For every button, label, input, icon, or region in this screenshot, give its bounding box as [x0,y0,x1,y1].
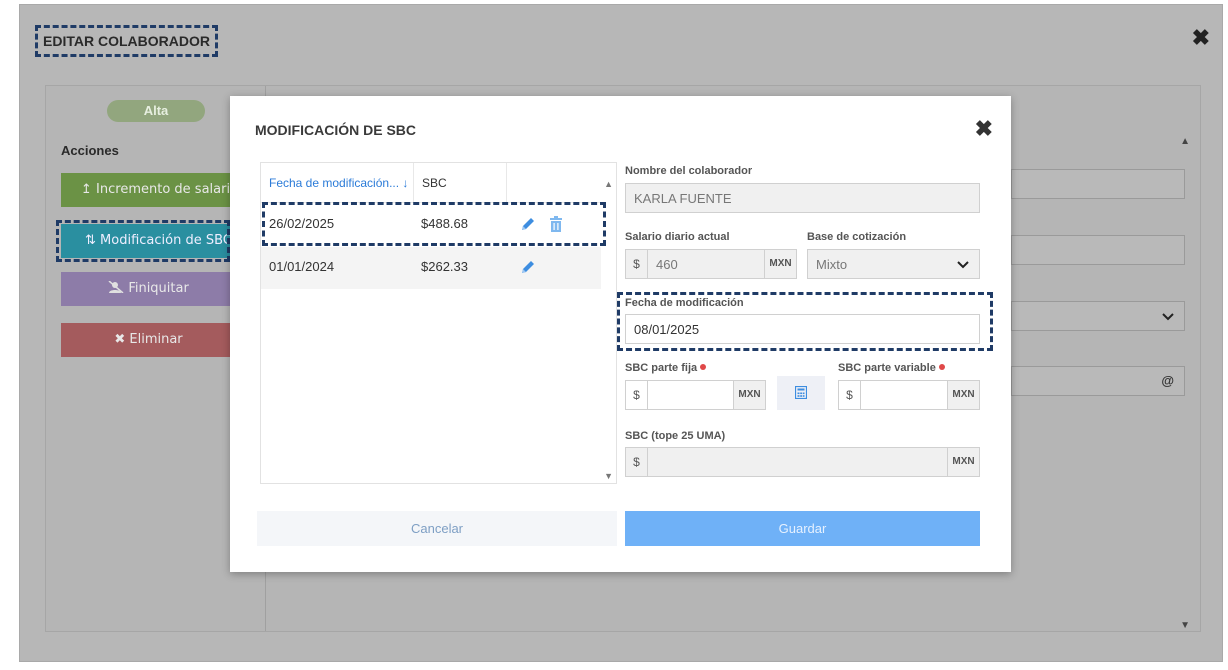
scroll-down-arrow[interactable]: ▼ [1180,620,1190,631]
chevron-down-icon [957,261,969,269]
user-slash-icon [108,280,124,294]
table-header: Fecha de modificación... ↓ SBC [261,163,601,203]
column-divider [413,163,414,203]
x-icon: ✖ [114,332,126,347]
increment-salary-button[interactable]: ↥ Incremento de salario [61,173,236,207]
base-value: Mixto [816,257,848,272]
highlight-outline [56,220,230,262]
modal-title: MODIFICACIÓN DE SBC [255,122,416,138]
salary-label: Salario diario actual [625,231,730,243]
cancel-button[interactable]: Cancelar [257,511,617,546]
upload-icon: ↥ [81,182,92,197]
chevron-down-icon [1162,313,1174,321]
name-field: KARLA FUENTE [625,183,980,213]
table-scrollbar[interactable]: ▲ ▼ [600,163,616,483]
background-field [1011,169,1185,199]
scroll-down-arrow[interactable]: ▼ [604,471,613,481]
save-button[interactable]: Guardar [625,511,980,546]
column-header-date[interactable]: Fecha de modificación... ↓ [269,176,408,190]
sbc-fixed-input[interactable]: $ MXN [625,380,766,410]
dialog-title: EDITAR COLABORADOR [35,25,218,57]
highlight-outline [617,292,993,351]
name-value: KARLA FUENTE [634,191,732,206]
name-label: Nombre del colaborador [625,165,753,177]
salary-field: $ 460 MXN [625,249,797,279]
increment-salary-label: Incremento de salario [96,182,236,197]
currency-suffix: MXN [764,250,796,278]
background-field [1011,235,1185,265]
column-header-date-label: Fecha de modificación... [269,176,400,190]
calculator-icon [794,385,808,400]
required-dot [700,364,707,370]
sbc-cap-field: $ MXN [625,447,980,477]
column-header-sbc[interactable]: SBC [422,176,447,190]
sbc-fixed-label: SBC parte fija [625,362,707,374]
column-divider [506,163,507,203]
sbc-fixed-label-text: SBC parte fija [625,362,698,374]
close-icon[interactable]: ✖ [1192,25,1210,51]
currency-suffix: MXN [947,448,979,476]
finiquitar-label: Finiquitar [128,281,189,296]
actions-heading: Acciones [61,143,119,158]
sbc-variable-label-text: SBC parte variable [838,362,936,374]
modify-sbc-modal: MODIFICACIÓN DE SBC ✖ Fecha de modificac… [230,96,1011,572]
sbc-variable-input[interactable]: $ MXN [838,380,980,410]
sort-desc-icon: ↓ [402,176,409,190]
row-sbc: $262.33 [421,259,468,274]
finiquitar-button[interactable]: Finiquitar [61,272,236,306]
delete-button[interactable]: ✖ Eliminar [61,323,236,357]
scroll-up-arrow[interactable]: ▲ [1180,136,1190,147]
salary-value: 460 [656,257,678,272]
at-icon: @ [1161,373,1174,388]
currency-suffix: MXN [733,381,765,409]
sbc-variable-label: SBC parte variable [838,362,945,374]
currency-prefix: $ [626,448,648,476]
close-icon[interactable]: ✖ [975,116,993,142]
calculator-button[interactable] [777,376,825,410]
sbc-history-table: Fecha de modificación... ↓ SBC 26/02/202… [260,162,617,484]
sbc-cap-label: SBC (tope 25 UMA) [625,430,726,442]
currency-suffix: MXN [947,381,979,409]
currency-prefix: $ [839,381,861,409]
currency-prefix: $ [626,250,648,278]
scroll-up-arrow[interactable]: ▲ [604,179,613,189]
base-label: Base de cotización [807,231,907,243]
background-select [1011,301,1185,331]
status-badge: Alta [107,100,205,122]
background-email-field: @ [1011,366,1185,396]
delete-label: Eliminar [129,332,183,347]
required-dot [938,364,945,370]
base-select[interactable]: Mixto [807,249,980,279]
row-date: 01/01/2024 [269,259,335,274]
table-row[interactable]: 01/01/2024 $262.33 [261,247,601,289]
highlight-outline [262,202,606,246]
edit-icon[interactable] [519,258,537,276]
currency-prefix: $ [626,381,648,409]
